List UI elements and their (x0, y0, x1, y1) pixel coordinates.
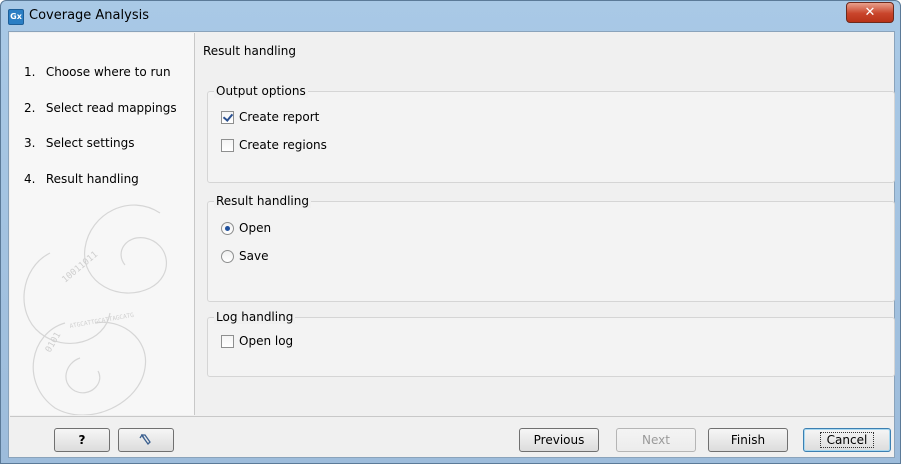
page-title: Result handling (203, 44, 296, 58)
output-options-group: Output options Create report Create regi… (207, 84, 895, 183)
save-option[interactable]: Save (221, 249, 268, 263)
option-label: Create regions (239, 138, 327, 152)
reset-button[interactable] (118, 428, 174, 452)
cancel-label: Cancel (819, 432, 875, 448)
step-select-read-mappings: 2. Select read mappings (24, 101, 177, 115)
step-number: 3. (24, 136, 36, 150)
step-choose-where-to-run: 1. Choose where to run (24, 65, 171, 79)
help-button[interactable]: ? (54, 428, 110, 452)
group-legend: Log handling (214, 310, 296, 324)
step-number: 1. (24, 65, 36, 79)
save-radio[interactable] (221, 249, 234, 263)
create-regions-checkbox[interactable] (221, 138, 234, 152)
dialog-window: Gx Coverage Analysis ✕ 1. Choose where t… (0, 0, 901, 464)
option-label: Save (239, 249, 269, 263)
step-label: Select read mappings (45, 101, 177, 115)
svg-text:10011011: 10011011 (61, 250, 101, 286)
open-option[interactable]: Open (221, 221, 271, 235)
option-label: Open (239, 221, 272, 235)
create-report-checkbox[interactable] (221, 110, 234, 124)
reset-arrow-icon (139, 433, 151, 446)
step-select-settings: 3. Select settings (24, 136, 135, 150)
svg-text:ATGCATTGCATTAGCATG: ATGCATTGCATTAGCATG (69, 312, 135, 330)
next-button[interactable]: Next (616, 428, 696, 452)
dialog-body: 1. Choose where to run 2. Select read ma… (8, 31, 895, 458)
app-logo-icon: Gx (8, 9, 24, 25)
open-radio[interactable] (221, 221, 234, 235)
group-legend: Output options (214, 84, 308, 98)
close-button[interactable]: ✕ (846, 2, 894, 23)
open-log-option[interactable]: Open log (221, 334, 293, 348)
group-legend: Result handling (214, 194, 311, 208)
step-label: Select settings (45, 136, 135, 150)
title-bar[interactable]: Gx Coverage Analysis ✕ (1, 1, 900, 31)
button-bar: ? Previous Next Finish Cancel (10, 416, 894, 457)
create-regions-option[interactable]: Create regions (221, 138, 327, 152)
previous-button[interactable]: Previous (519, 428, 599, 452)
decorative-swirl-graphic: 10011011 0101 ATGCATTGCATTAGCATG (23, 204, 167, 415)
option-label: Open log (239, 334, 294, 348)
result-handling-panel: Result handling Output options Create re… (199, 33, 895, 415)
option-label: Create report (239, 110, 320, 124)
create-report-option[interactable]: Create report (221, 110, 319, 124)
log-handling-group: Log handling Open log (207, 310, 895, 377)
step-label: Choose where to run (45, 65, 171, 79)
finish-button[interactable]: Finish (708, 428, 788, 452)
step-number: 2. (24, 101, 36, 115)
cancel-button[interactable]: Cancel (803, 428, 891, 452)
window-title: Coverage Analysis (29, 8, 149, 23)
open-log-checkbox[interactable] (221, 334, 234, 348)
result-handling-group: Result handling Open Save (207, 194, 895, 302)
wizard-steps-panel: 1. Choose where to run 2. Select read ma… (10, 33, 195, 415)
